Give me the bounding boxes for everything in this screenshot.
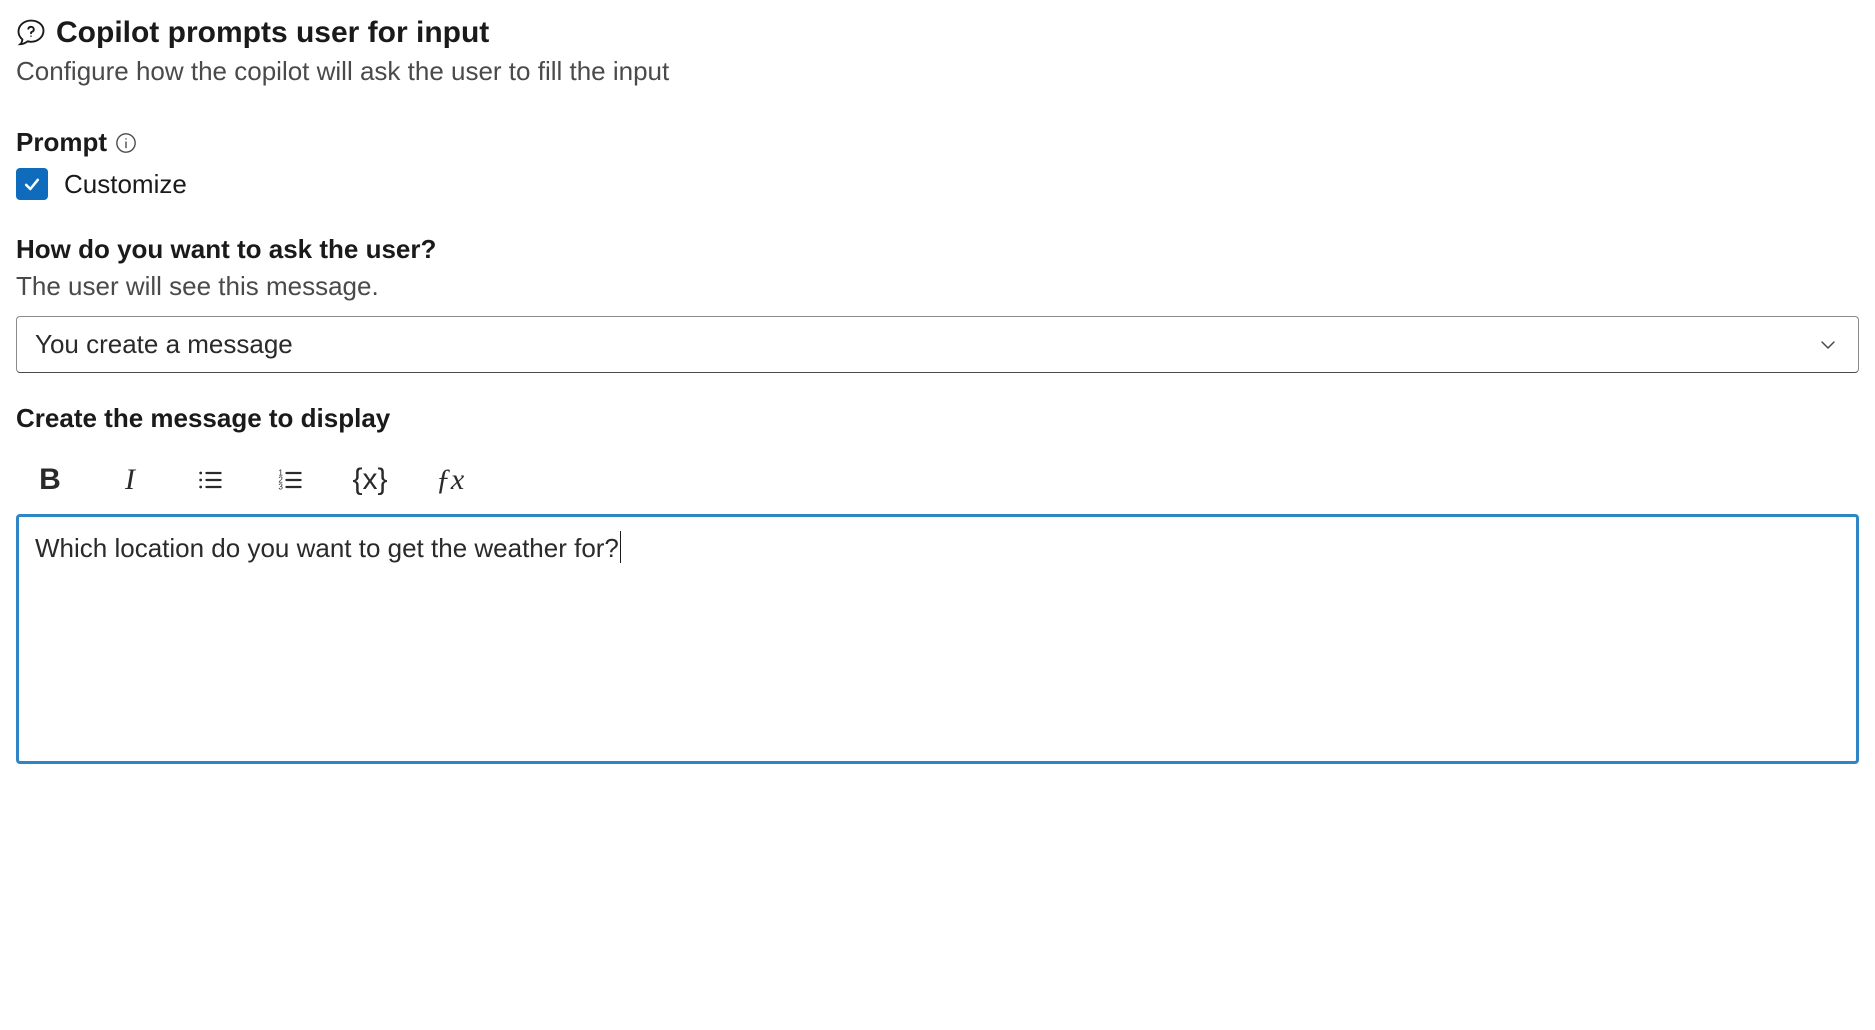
bold-button[interactable]: B xyxy=(30,460,70,500)
italic-button[interactable]: I xyxy=(110,460,150,500)
text-cursor xyxy=(620,531,621,563)
info-icon[interactable] xyxy=(115,132,137,154)
chevron-down-icon xyxy=(1816,333,1840,357)
editor-toolbar: B I 1 2 3 {x} ƒx xyxy=(16,454,1859,506)
bullet-list-button[interactable] xyxy=(190,460,230,500)
svg-text:3: 3 xyxy=(278,482,283,491)
message-editor[interactable]: Which location do you want to get the we… xyxy=(16,514,1859,764)
header-row: Copilot prompts user for input xyxy=(16,16,1859,50)
customize-checkbox-label: Customize xyxy=(64,169,187,200)
ask-user-desc: The user will see this message. xyxy=(16,271,1859,302)
editor-content: Which location do you want to get the we… xyxy=(35,533,619,563)
chat-question-icon xyxy=(16,18,46,48)
customize-checkbox-row: Customize xyxy=(16,168,1859,200)
dropdown-value: You create a message xyxy=(35,329,293,360)
page-subtitle: Configure how the copilot will ask the u… xyxy=(16,56,1859,87)
ask-user-label: How do you want to ask the user? xyxy=(16,234,1859,265)
insert-formula-button[interactable]: ƒx xyxy=(430,460,470,500)
prompt-label-row: Prompt xyxy=(16,127,1859,158)
numbered-list-button[interactable]: 1 2 3 xyxy=(270,460,310,500)
editor-label: Create the message to display xyxy=(16,403,1859,434)
insert-variable-button[interactable]: {x} xyxy=(350,460,390,500)
page-title: Copilot prompts user for input xyxy=(56,16,489,50)
customize-checkbox[interactable] xyxy=(16,168,48,200)
prompt-label: Prompt xyxy=(16,127,107,158)
message-type-dropdown[interactable]: You create a message xyxy=(16,316,1859,373)
